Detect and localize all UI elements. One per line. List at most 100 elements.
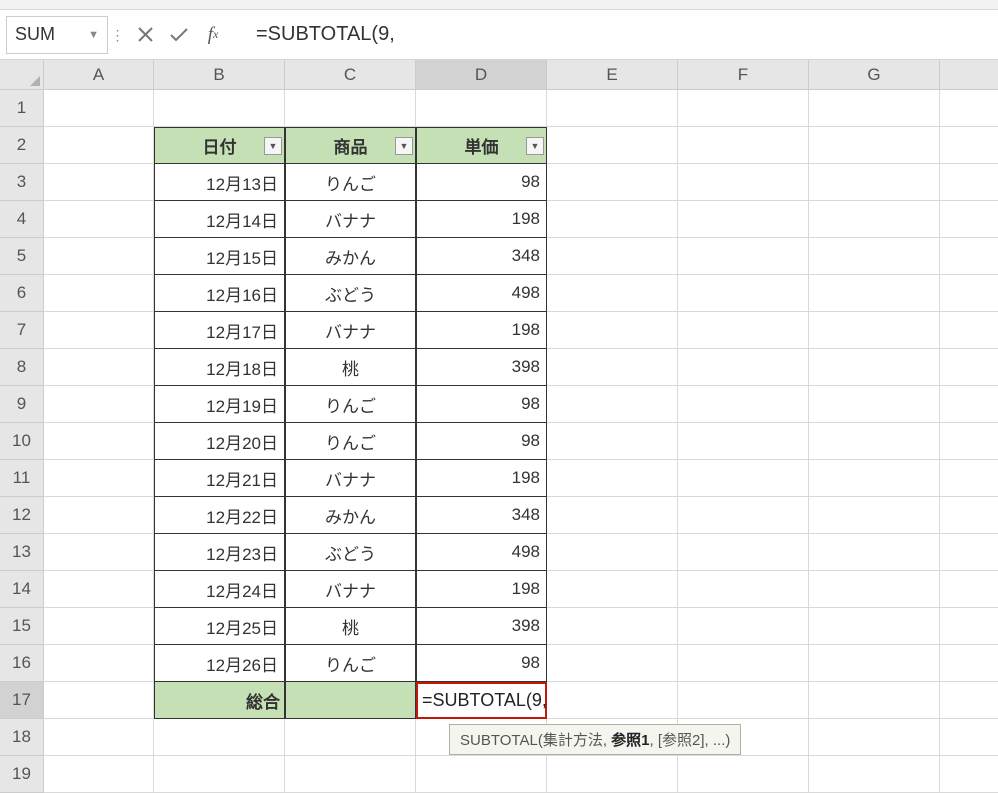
cell-A14[interactable] [44, 571, 154, 608]
cell-product-3[interactable]: りんご [285, 164, 416, 201]
row-header-3[interactable]: 3 [0, 164, 44, 201]
insert-function-button[interactable]: fx [196, 16, 230, 54]
cell-date-5[interactable]: 12月15日 [154, 238, 285, 275]
cell-price-15[interactable]: 398 [416, 608, 547, 645]
cell-F3[interactable] [678, 164, 809, 201]
cell-date-4[interactable]: 12月14日 [154, 201, 285, 238]
cell-C17[interactable] [285, 682, 416, 719]
cell-E11[interactable] [547, 460, 678, 497]
cell-E8[interactable] [547, 349, 678, 386]
cell-H17[interactable] [940, 682, 998, 719]
cell-E3[interactable] [547, 164, 678, 201]
row-header-15[interactable]: 15 [0, 608, 44, 645]
cell-H14[interactable] [940, 571, 998, 608]
cell-E10[interactable] [547, 423, 678, 460]
cell-H4[interactable] [940, 201, 998, 238]
cell-B18[interactable] [154, 719, 285, 756]
cell-F19[interactable] [678, 756, 809, 793]
cell-H1[interactable] [940, 90, 998, 127]
cell-G11[interactable] [809, 460, 940, 497]
cell-D1[interactable] [416, 90, 547, 127]
cell-E14[interactable] [547, 571, 678, 608]
cell-C1[interactable] [285, 90, 416, 127]
cell-H3[interactable] [940, 164, 998, 201]
cell-H2[interactable] [940, 127, 998, 164]
column-header-H[interactable]: H [940, 60, 998, 90]
cell-product-5[interactable]: みかん [285, 238, 416, 275]
row-header-19[interactable]: 19 [0, 756, 44, 793]
cell-date-16[interactable]: 12月26日 [154, 645, 285, 682]
cell-A12[interactable] [44, 497, 154, 534]
cell-D19[interactable] [416, 756, 547, 793]
row-header-14[interactable]: 14 [0, 571, 44, 608]
cell-price-3[interactable]: 98 [416, 164, 547, 201]
cell-F5[interactable] [678, 238, 809, 275]
select-all-corner[interactable] [0, 60, 44, 90]
cell-A9[interactable] [44, 386, 154, 423]
cell-G1[interactable] [809, 90, 940, 127]
row-header-4[interactable]: 4 [0, 201, 44, 238]
cell-A1[interactable] [44, 90, 154, 127]
cell-H6[interactable] [940, 275, 998, 312]
cell-product-7[interactable]: バナナ [285, 312, 416, 349]
cell-G14[interactable] [809, 571, 940, 608]
cell-E16[interactable] [547, 645, 678, 682]
cell-E6[interactable] [547, 275, 678, 312]
cell-A3[interactable] [44, 164, 154, 201]
row-header-5[interactable]: 5 [0, 238, 44, 275]
cell-H10[interactable] [940, 423, 998, 460]
cell-F8[interactable] [678, 349, 809, 386]
cell-date-15[interactable]: 12月25日 [154, 608, 285, 645]
cell-H8[interactable] [940, 349, 998, 386]
cell-F15[interactable] [678, 608, 809, 645]
cell-E17[interactable] [547, 682, 678, 719]
cell-A5[interactable] [44, 238, 154, 275]
cell-H15[interactable] [940, 608, 998, 645]
function-tooltip[interactable]: SUBTOTAL(集計方法, 参照1, [参照2], ...) [449, 724, 741, 755]
row-header-18[interactable]: 18 [0, 719, 44, 756]
column-header-A[interactable]: A [44, 60, 154, 90]
cell-F11[interactable] [678, 460, 809, 497]
cell-G16[interactable] [809, 645, 940, 682]
cell-F10[interactable] [678, 423, 809, 460]
cell-E1[interactable] [547, 90, 678, 127]
cell-price-13[interactable]: 498 [416, 534, 547, 571]
cell-G12[interactable] [809, 497, 940, 534]
cell-B1[interactable] [154, 90, 285, 127]
cell-A16[interactable] [44, 645, 154, 682]
cell-E15[interactable] [547, 608, 678, 645]
cell-product-13[interactable]: ぶどう [285, 534, 416, 571]
cell-date-10[interactable]: 12月20日 [154, 423, 285, 460]
cell-price-14[interactable]: 198 [416, 571, 547, 608]
cell-F2[interactable] [678, 127, 809, 164]
row-header-9[interactable]: 9 [0, 386, 44, 423]
cell-A17[interactable] [44, 682, 154, 719]
cell-date-9[interactable]: 12月19日 [154, 386, 285, 423]
cell-E19[interactable] [547, 756, 678, 793]
cell-F6[interactable] [678, 275, 809, 312]
cell-F1[interactable] [678, 90, 809, 127]
cell-A4[interactable] [44, 201, 154, 238]
row-header-11[interactable]: 11 [0, 460, 44, 497]
cell-G7[interactable] [809, 312, 940, 349]
row-header-2[interactable]: 2 [0, 127, 44, 164]
cell-date-8[interactable]: 12月18日 [154, 349, 285, 386]
cell-date-3[interactable]: 12月13日 [154, 164, 285, 201]
cell-product-8[interactable]: 桃 [285, 349, 416, 386]
cell-price-9[interactable]: 98 [416, 386, 547, 423]
cell-G3[interactable] [809, 164, 940, 201]
cell-date-12[interactable]: 12月22日 [154, 497, 285, 534]
editing-cell-D17[interactable]: =SUBTOTAL(9, [416, 682, 547, 719]
cell-price-10[interactable]: 98 [416, 423, 547, 460]
cell-G17[interactable] [809, 682, 940, 719]
row-header-6[interactable]: 6 [0, 275, 44, 312]
cell-G10[interactable] [809, 423, 940, 460]
header-price[interactable]: 単価▼ [416, 127, 547, 164]
cell-F16[interactable] [678, 645, 809, 682]
cell-H19[interactable] [940, 756, 998, 793]
cell-A19[interactable] [44, 756, 154, 793]
cell-G18[interactable] [809, 719, 940, 756]
cell-date-6[interactable]: 12月16日 [154, 275, 285, 312]
cell-G6[interactable] [809, 275, 940, 312]
cell-F17[interactable] [678, 682, 809, 719]
